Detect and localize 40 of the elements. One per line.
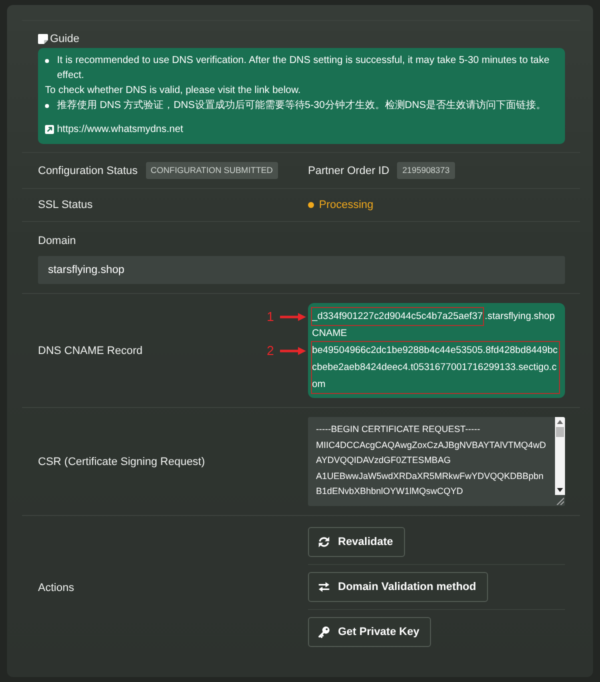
field-label: SSL Status xyxy=(38,198,93,212)
domain-field[interactable]: starsflying.shop xyxy=(38,256,565,284)
field-label: Domain xyxy=(38,235,76,247)
field-label: CSR (Certificate Signing Request) xyxy=(38,454,205,468)
external-link-icon xyxy=(45,125,54,134)
swap-arrows-icon xyxy=(318,581,330,593)
field-label: Partner Order ID xyxy=(308,164,390,178)
arrow-icon xyxy=(280,312,306,320)
guide-text: 推荐使用 DNS 方式验证，DNS设置成功后可能需要等待5-30分钟才生效。检测DNS是否生效请访问下面链接。 xyxy=(57,98,546,113)
resize-grip-icon[interactable] xyxy=(556,497,564,505)
scrollbar[interactable] xyxy=(555,417,565,495)
record-type: CNAME xyxy=(312,328,347,339)
scroll-up-icon[interactable] xyxy=(557,420,563,424)
refresh-icon xyxy=(318,536,330,548)
status-badge: CONFIGURATION SUBMITTED xyxy=(146,162,278,179)
field-label: Actions xyxy=(38,580,74,594)
order-id-badge: 2195908373 xyxy=(397,162,455,179)
field-label: Configuration Status xyxy=(38,164,138,178)
action-button[interactable]: Revalidate xyxy=(308,527,406,557)
scrollbar-thumb[interactable] xyxy=(556,427,564,437)
bullet-icon xyxy=(45,59,49,63)
note-icon xyxy=(38,34,48,44)
scroll-down-icon[interactable] xyxy=(557,488,563,492)
status-text: Processing xyxy=(319,198,374,212)
field-label: DNS CNAME Record xyxy=(38,344,143,358)
annotation-number: 1 xyxy=(266,308,274,325)
bullet-icon xyxy=(45,104,49,108)
guide-text: It is recommended to use DNS verification. After the DNS setting is successful, it may take 5-30 minutes to take effect. xyxy=(57,54,550,83)
guide-text: To check whether DNS is valid, please visit the link below. xyxy=(45,84,301,98)
action-button[interactable]: Get Private Key xyxy=(308,617,432,647)
arrow-icon xyxy=(280,346,306,354)
highlighted-record-text: be49504966c2dc1be9288b4c44e53505.8fd428bd8449bccbebe2aeb8424deec4.t0531677001716299133.sectigo.com xyxy=(312,342,559,393)
action-button[interactable]: Domain Validation method xyxy=(308,572,488,602)
record-text: .starsflying.shop xyxy=(484,310,555,324)
annotation-number: 2 xyxy=(266,342,274,359)
highlighted-record-text: _d334f901227c2d9044c5c4b7a25aef37 xyxy=(312,308,483,325)
key-icon xyxy=(318,626,330,638)
guide-link[interactable]: https://www.whatsmydns.net xyxy=(57,122,184,137)
guide-title: Guide xyxy=(50,32,80,46)
csr-textarea[interactable]: -----BEGIN CERTIFICATE REQUEST----- MIIC4DCCAcgCAQAwgZoxCzAJBgNVBAYTAlVTMQ4wD AYDVQQIDAVzdGF0ZTESMBAG A1UEBwwJaW5wdXRDaXR5MRkwFwYDVQQKDBBpbn B1dENvbXBhbnlOYW1lMQswCQYD xyxy=(308,417,565,506)
